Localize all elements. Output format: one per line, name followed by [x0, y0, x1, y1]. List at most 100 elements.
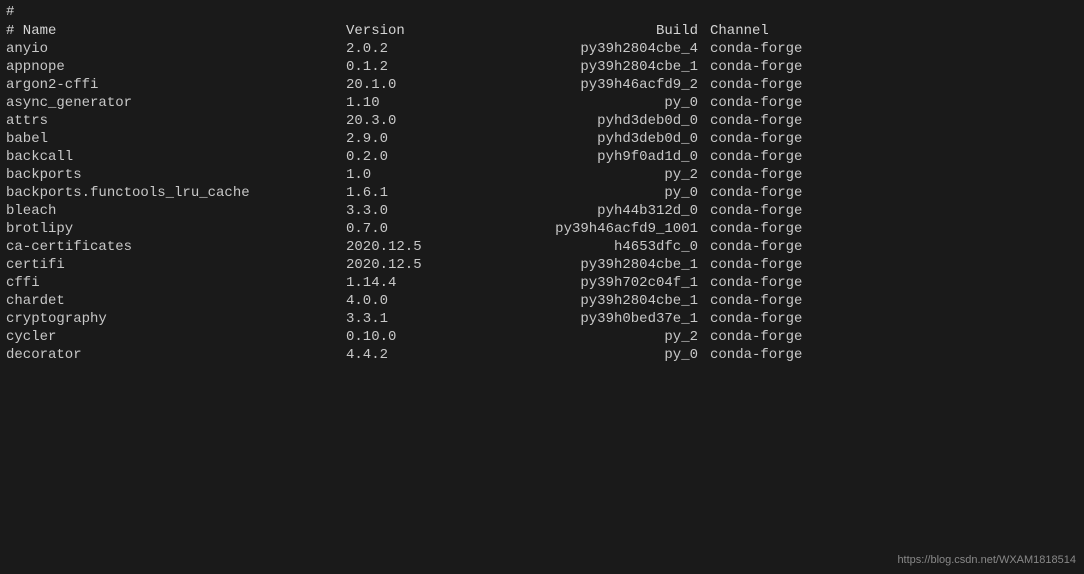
row-channel: conda-forge: [706, 77, 886, 93]
row-build: py39h46acfd9_1001: [466, 221, 706, 237]
hash-line: #: [6, 4, 1078, 20]
row-build: py_2: [466, 329, 706, 345]
table-row: backports1.0py_2conda-forge: [6, 166, 1078, 184]
row-channel: conda-forge: [706, 95, 886, 111]
row-channel: conda-forge: [706, 257, 886, 273]
row-channel: conda-forge: [706, 59, 886, 75]
col-header-version: Version: [346, 23, 466, 39]
row-version: 1.0: [346, 167, 466, 183]
row-name: decorator: [6, 347, 346, 363]
row-build: pyhd3deb0d_0: [466, 131, 706, 147]
row-channel: conda-forge: [706, 221, 886, 237]
row-channel: conda-forge: [706, 131, 886, 147]
table-row: brotlipy0.7.0py39h46acfd9_1001conda-forg…: [6, 220, 1078, 238]
row-channel: conda-forge: [706, 185, 886, 201]
row-build: py_0: [466, 185, 706, 201]
table-row: argon2-cffi20.1.0py39h46acfd9_2conda-for…: [6, 76, 1078, 94]
row-version: 0.7.0: [346, 221, 466, 237]
table-row: cryptography3.3.1py39h0bed37e_1conda-for…: [6, 310, 1078, 328]
row-name: backports: [6, 167, 346, 183]
table-row: decorator4.4.2py_0conda-forge: [6, 346, 1078, 364]
row-build: py_0: [466, 95, 706, 111]
row-name: babel: [6, 131, 346, 147]
row-build: py39h702c04f_1: [466, 275, 706, 291]
table-row: babel2.9.0pyhd3deb0d_0conda-forge: [6, 130, 1078, 148]
row-version: 20.1.0: [346, 77, 466, 93]
row-version: 2.0.2: [346, 41, 466, 57]
row-channel: conda-forge: [706, 293, 886, 309]
table-row: async_generator1.10py_0conda-forge: [6, 94, 1078, 112]
row-name: cffi: [6, 275, 346, 291]
row-version: 2020.12.5: [346, 239, 466, 255]
row-version: 2020.12.5: [346, 257, 466, 273]
row-version: 3.3.0: [346, 203, 466, 219]
table-row: attrs20.3.0pyhd3deb0d_0conda-forge: [6, 112, 1078, 130]
watermark: https://blog.csdn.net/WXAM1818514: [897, 554, 1076, 566]
row-build: py_0: [466, 347, 706, 363]
package-table: # # Name Version Build Channel anyio2.0.…: [6, 4, 1078, 364]
row-channel: conda-forge: [706, 275, 886, 291]
row-name: chardet: [6, 293, 346, 309]
row-channel: conda-forge: [706, 239, 886, 255]
row-name: anyio: [6, 41, 346, 57]
row-build: py39h46acfd9_2: [466, 77, 706, 93]
row-build: py39h0bed37e_1: [466, 311, 706, 327]
row-channel: conda-forge: [706, 167, 886, 183]
row-version: 3.3.1: [346, 311, 466, 327]
table-row: anyio2.0.2py39h2804cbe_4conda-forge: [6, 40, 1078, 58]
row-build: pyh9f0ad1d_0: [466, 149, 706, 165]
table-row: cycler0.10.0py_2conda-forge: [6, 328, 1078, 346]
row-channel: conda-forge: [706, 203, 886, 219]
row-version: 0.2.0: [346, 149, 466, 165]
row-name: certifi: [6, 257, 346, 273]
table-row: ca-certificates2020.12.5h4653dfc_0conda-…: [6, 238, 1078, 256]
row-name: bleach: [6, 203, 346, 219]
row-name: argon2-cffi: [6, 77, 346, 93]
row-build: py39h2804cbe_1: [466, 257, 706, 273]
row-name: brotlipy: [6, 221, 346, 237]
col-header-build: Build: [466, 23, 706, 39]
row-version: 1.6.1: [346, 185, 466, 201]
table-body: anyio2.0.2py39h2804cbe_4conda-forgeappno…: [6, 40, 1078, 364]
row-channel: conda-forge: [706, 311, 886, 327]
table-row: backports.functools_lru_cache1.6.1py_0co…: [6, 184, 1078, 202]
row-name: backcall: [6, 149, 346, 165]
row-name: cycler: [6, 329, 346, 345]
row-name: cryptography: [6, 311, 346, 327]
row-name: async_generator: [6, 95, 346, 111]
row-version: 1.14.4: [346, 275, 466, 291]
table-header: # Name Version Build Channel: [6, 22, 1078, 40]
row-version: 4.4.2: [346, 347, 466, 363]
row-name: attrs: [6, 113, 346, 129]
row-name: appnope: [6, 59, 346, 75]
row-name: ca-certificates: [6, 239, 346, 255]
table-row: chardet4.0.0py39h2804cbe_1conda-forge: [6, 292, 1078, 310]
terminal-window: # # Name Version Build Channel anyio2.0.…: [0, 0, 1084, 574]
row-name: backports.functools_lru_cache: [6, 185, 346, 201]
table-row: certifi2020.12.5py39h2804cbe_1conda-forg…: [6, 256, 1078, 274]
row-channel: conda-forge: [706, 41, 886, 57]
row-channel: conda-forge: [706, 113, 886, 129]
row-channel: conda-forge: [706, 347, 886, 363]
row-build: py_2: [466, 167, 706, 183]
row-build: py39h2804cbe_1: [466, 293, 706, 309]
col-header-channel: Channel: [706, 23, 886, 39]
table-row: backcall0.2.0pyh9f0ad1d_0conda-forge: [6, 148, 1078, 166]
row-version: 2.9.0: [346, 131, 466, 147]
table-row: bleach3.3.0pyh44b312d_0conda-forge: [6, 202, 1078, 220]
row-version: 20.3.0: [346, 113, 466, 129]
row-version: 0.10.0: [346, 329, 466, 345]
row-build: py39h2804cbe_1: [466, 59, 706, 75]
row-version: 1.10: [346, 95, 466, 111]
row-channel: conda-forge: [706, 149, 886, 165]
row-version: 0.1.2: [346, 59, 466, 75]
row-version: 4.0.0: [346, 293, 466, 309]
row-build: h4653dfc_0: [466, 239, 706, 255]
table-row: appnope0.1.2py39h2804cbe_1conda-forge: [6, 58, 1078, 76]
row-build: py39h2804cbe_4: [466, 41, 706, 57]
table-row: cffi1.14.4py39h702c04f_1conda-forge: [6, 274, 1078, 292]
row-build: pyh44b312d_0: [466, 203, 706, 219]
row-build: pyhd3deb0d_0: [466, 113, 706, 129]
row-channel: conda-forge: [706, 329, 886, 345]
col-header-name: # Name: [6, 23, 346, 39]
